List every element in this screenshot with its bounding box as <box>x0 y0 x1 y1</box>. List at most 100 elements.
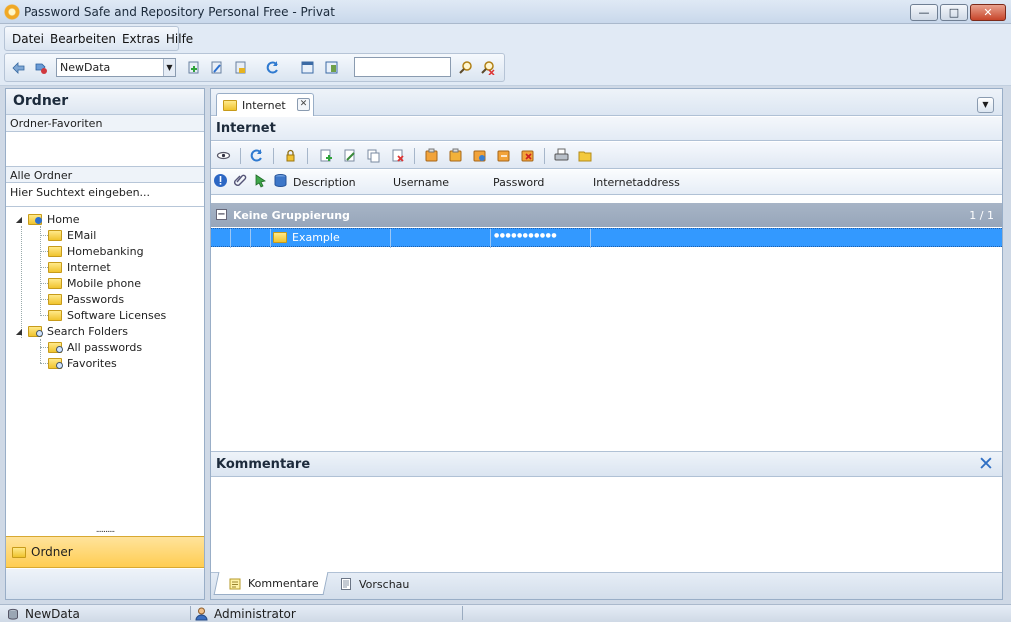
folder-icon <box>273 232 287 243</box>
tree-node-homebanking[interactable]: Homebanking <box>48 243 144 259</box>
copy-password-icon[interactable] <box>448 148 463 163</box>
cell-divider <box>250 229 251 248</box>
folder-icon <box>12 546 26 558</box>
show-password-icon[interactable] <box>216 148 231 163</box>
attachment-icon[interactable] <box>233 173 248 188</box>
refresh-icon[interactable] <box>265 60 280 75</box>
tree-node-label: Homebanking <box>67 244 144 258</box>
toolbar-separator <box>307 148 308 164</box>
tree-node-email[interactable]: EMail <box>48 227 96 243</box>
tab-label: Vorschau <box>359 577 410 591</box>
search-folder-icon <box>48 341 63 353</box>
chevron-down-icon[interactable]: ▼ <box>163 59 175 76</box>
status-database: NewData <box>7 606 80 622</box>
tree-node-search-folders[interactable]: ◢ Search Folders <box>14 323 128 339</box>
edit-entry-icon[interactable] <box>342 148 357 163</box>
search-icon[interactable] <box>458 60 473 75</box>
table-row[interactable]: Example ●●●●●●●●●●● <box>211 228 1002 248</box>
tree-node-all-passwords[interactable]: All passwords <box>48 339 142 355</box>
refresh-entries-icon[interactable] <box>249 148 264 163</box>
folder-icon <box>48 245 62 257</box>
tree-node-software-licenses[interactable]: Software Licenses <box>48 307 166 323</box>
copy-address-icon[interactable] <box>472 148 487 163</box>
tab-internet[interactable]: Internet ✕ <box>216 93 314 116</box>
tab-kommentare[interactable]: Kommentare <box>213 572 329 595</box>
paste-icon[interactable] <box>496 148 511 163</box>
nav-button-label: Ordner <box>31 545 73 559</box>
info-icon[interactable] <box>213 173 228 188</box>
clear-search-icon[interactable] <box>480 60 495 75</box>
close-tab-icon[interactable]: ✕ <box>297 98 310 111</box>
tab-label: Kommentare <box>248 576 319 590</box>
column-header-internetaddress[interactable]: Internetaddress <box>593 176 680 189</box>
tree-node-mobile-phone[interactable]: Mobile phone <box>48 275 141 291</box>
column-header-password[interactable]: Password <box>493 176 544 189</box>
clear-clipboard-icon[interactable] <box>520 148 535 163</box>
close-window-button[interactable]: ✕ <box>970 4 1006 21</box>
copy-username-icon[interactable] <box>424 148 439 163</box>
folder-icon <box>48 229 62 241</box>
column-header-username[interactable]: Username <box>393 176 449 189</box>
menu-datei[interactable]: Datei <box>9 32 47 46</box>
comment-textarea[interactable] <box>211 478 1002 572</box>
copy-entry-icon[interactable] <box>366 148 381 163</box>
window-title: Password Safe and Repository Personal Fr… <box>24 5 335 19</box>
edit-database-icon[interactable] <box>209 60 224 75</box>
home-folder-icon <box>28 213 42 225</box>
quick-search-input[interactable] <box>354 57 451 77</box>
tree-node-label: All passwords <box>67 340 143 354</box>
database-status-icon <box>8 608 18 620</box>
minimize-button[interactable]: — <box>910 4 938 21</box>
tab-list-chevron-icon[interactable]: ▼ <box>977 97 994 113</box>
cell-description: Example <box>292 231 340 244</box>
menu-bearbeiten[interactable]: Bearbeiten <box>47 32 119 46</box>
column-header-description[interactable]: Description <box>293 176 356 189</box>
collapse-icon[interactable]: ◢ <box>14 327 24 336</box>
maximize-button[interactable]: □ <box>940 4 968 21</box>
view-title: Internet <box>211 117 1002 141</box>
group-header-row[interactable]: − Keine Gruppierung 1 / 1 <box>211 203 1002 227</box>
status-divider <box>190 606 191 620</box>
add-entry-icon[interactable] <box>318 148 333 163</box>
tab-vorschau[interactable]: Vorschau <box>340 575 409 593</box>
back-icon[interactable] <box>11 60 26 75</box>
folder-icon <box>48 261 62 273</box>
tree-connector <box>40 235 48 236</box>
database-select[interactable]: NewData <box>56 58 176 77</box>
tree-connector <box>40 299 48 300</box>
search-folder-icon <box>48 357 63 369</box>
collapse-group-icon[interactable]: − <box>216 209 227 220</box>
tree-node-home[interactable]: ◢ Home <box>14 211 80 227</box>
delete-entry-icon[interactable] <box>390 148 405 163</box>
nav-button-ordner[interactable]: Ordner <box>6 536 204 568</box>
folder-panel-title: Ordner <box>6 89 204 115</box>
cell-divider <box>390 229 391 248</box>
lock-icon[interactable] <box>283 148 298 163</box>
database-icon[interactable] <box>273 173 288 188</box>
print-icon[interactable] <box>554 148 569 163</box>
collapse-icon[interactable]: ◢ <box>14 215 24 224</box>
tree-connector <box>40 363 48 364</box>
menu-hilfe[interactable]: Hilfe <box>163 32 196 46</box>
close-icon[interactable]: ✕ <box>977 455 995 474</box>
cursor-flag-icon[interactable] <box>253 173 268 188</box>
folder-icon <box>48 309 62 321</box>
status-database-label: NewData <box>25 607 80 621</box>
group-count: 1 / 1 <box>969 209 994 222</box>
lock-database-icon[interactable] <box>233 60 248 75</box>
tree-node-internet[interactable]: Internet <box>48 259 111 275</box>
status-user: Administrator <box>195 606 296 622</box>
tree-connector <box>40 315 48 316</box>
tree-node-passwords[interactable]: Passwords <box>48 291 124 307</box>
tree-node-favorites[interactable]: Favorites <box>48 355 117 371</box>
folder-search-input[interactable]: Hier Suchtext eingeben... <box>6 183 204 207</box>
toolbar-separator <box>273 148 274 164</box>
panel-splitter-grip[interactable]: .......... <box>6 526 204 535</box>
open-database-icon[interactable] <box>33 60 48 75</box>
note-icon <box>229 577 241 589</box>
folder-open-icon[interactable] <box>578 148 593 163</box>
window-layout-icon[interactable] <box>300 60 315 75</box>
menu-extras[interactable]: Extras <box>119 32 163 46</box>
add-database-icon[interactable] <box>186 60 201 75</box>
split-view-icon[interactable] <box>324 60 339 75</box>
